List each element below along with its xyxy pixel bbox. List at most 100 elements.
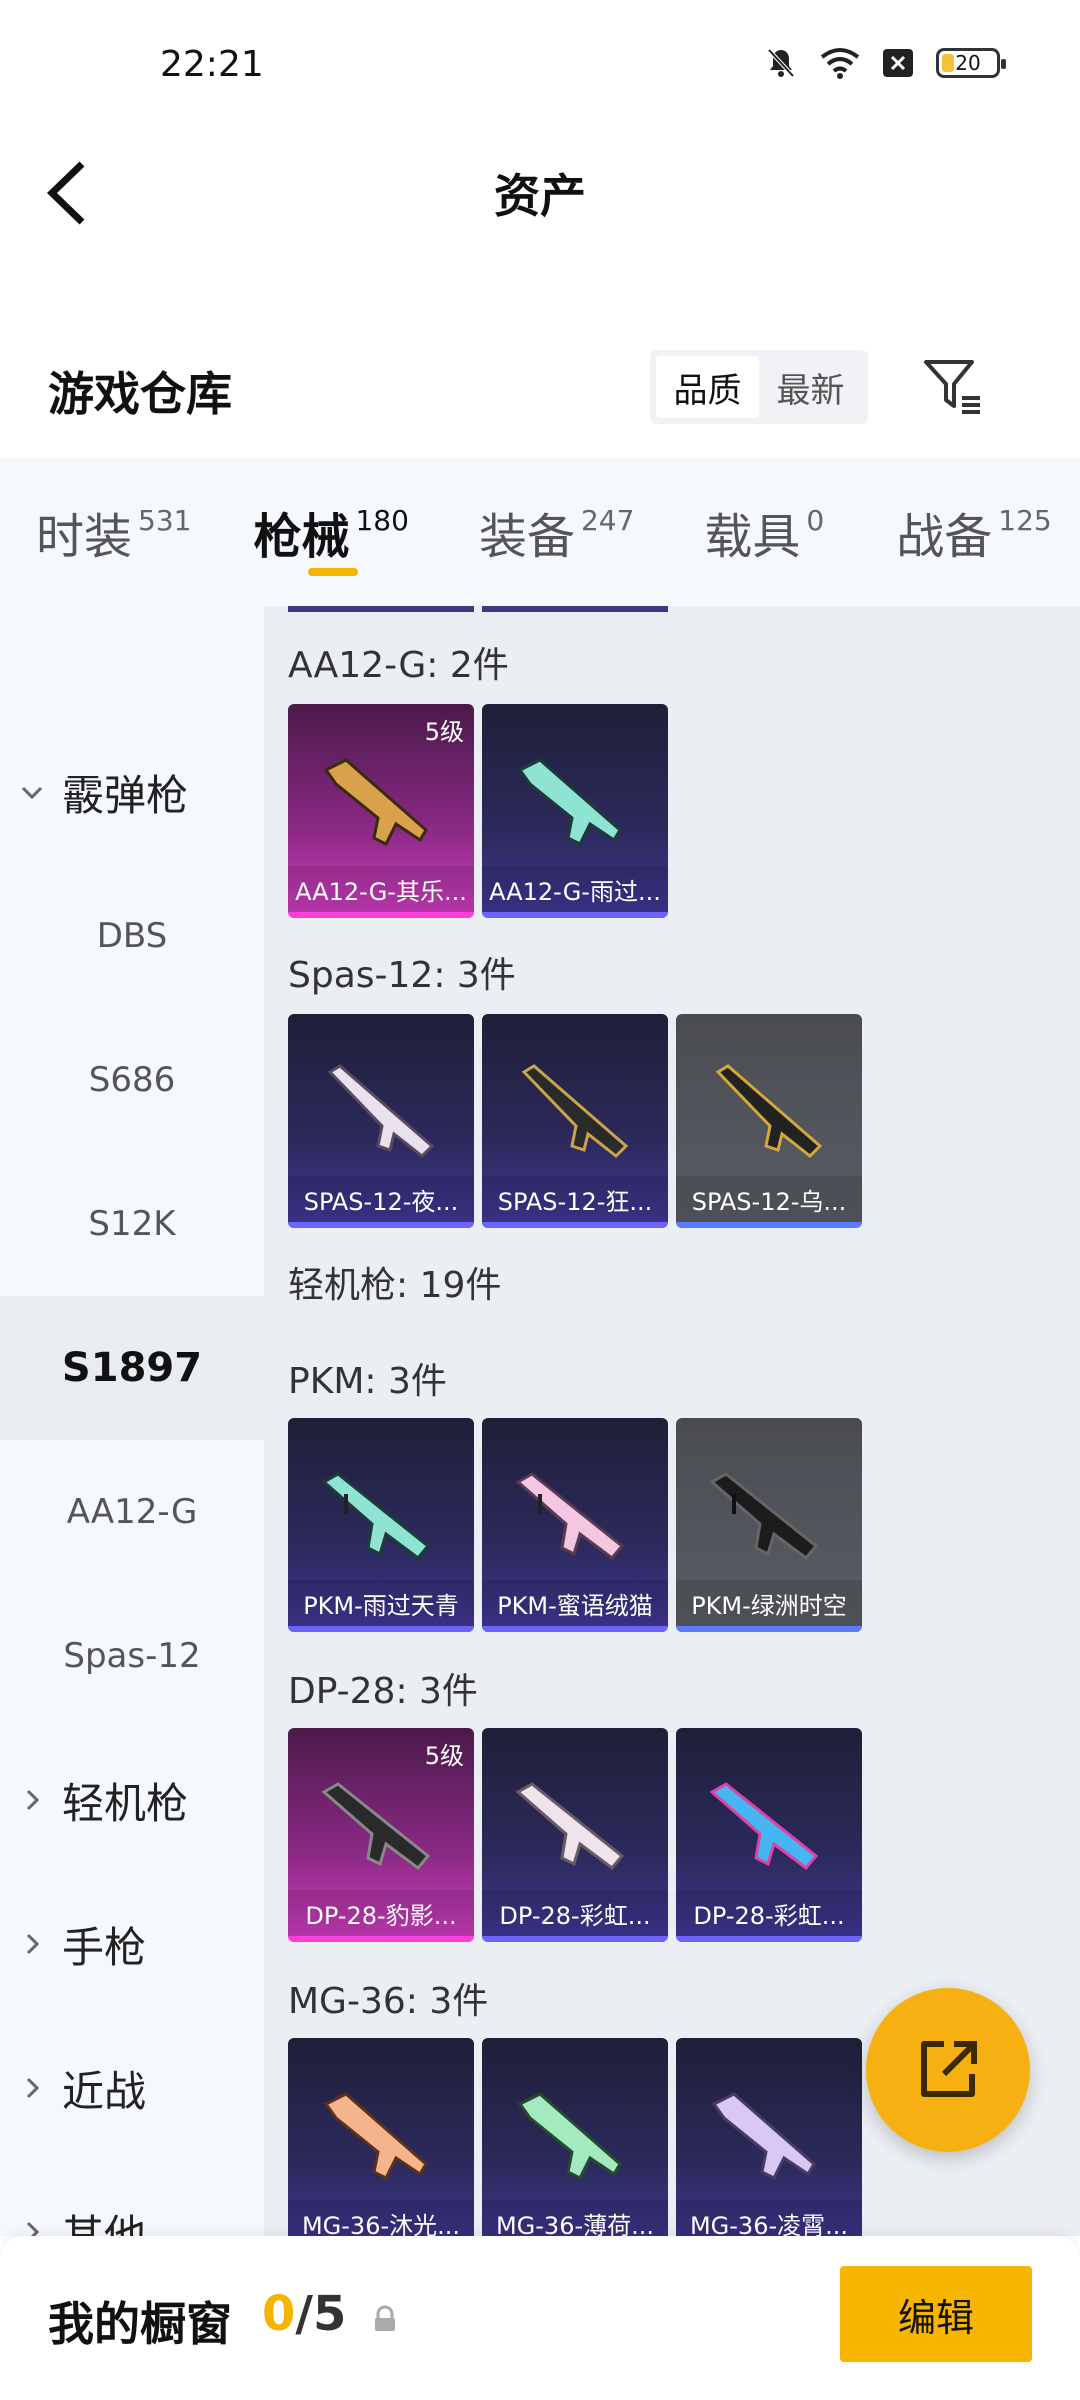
weapon-card[interactable]: PKM-蜜语绒猫 <box>482 1418 668 1632</box>
previous-card-edge <box>482 606 668 612</box>
wifi-icon <box>820 48 860 79</box>
weapon-name: AA12-G-雨过... <box>482 866 668 912</box>
edit-button[interactable]: 编辑 <box>840 2266 1032 2362</box>
battery-level: 20 <box>955 51 981 75</box>
share-fab-button[interactable] <box>866 1988 1030 2152</box>
active-tab-indicator <box>308 568 358 576</box>
tab-weapons[interactable]: 枪械 180 <box>191 458 408 606</box>
group-label-spas12: Spas-12: 3件 <box>288 955 516 996</box>
sidebar-group-label: 近战 <box>62 2066 147 2116</box>
weapon-name: DP-28-彩虹... <box>676 1890 862 1936</box>
sidebar-item-aa12g[interactable]: AA12-G <box>0 1440 264 1584</box>
filter-icon[interactable] <box>920 354 984 418</box>
chevron-right-icon <box>26 1933 40 1955</box>
category-tabs: 时装 531 枪械 180 装备 247 载具 0 战备 125 <box>0 458 1080 606</box>
weapon-card[interactable]: AA12-G-雨过... <box>482 704 668 918</box>
weapon-name: AA12-G-其乐... <box>288 866 474 912</box>
tab-vehicles[interactable]: 载具 0 <box>634 458 824 606</box>
weapon-card[interactable]: MG-36-沐光... <box>288 2038 474 2236</box>
weapon-card[interactable]: MG-36-凌霄... <box>676 2038 862 2236</box>
machine-gun-icon <box>709 1472 819 1561</box>
chevron-right-icon <box>26 1789 40 1811</box>
rarity-bar <box>676 1936 862 1942</box>
sidebar-group-melee[interactable]: 近战 <box>0 2016 264 2160</box>
rarity-bar <box>288 912 474 918</box>
rifle-icon <box>517 2092 622 2181</box>
previous-card-edge <box>288 606 474 612</box>
weapon-name: MG-36-沐光... <box>288 2200 474 2236</box>
weapon-card[interactable]: SPAS-12-夜... <box>288 1014 474 1228</box>
sidebar-item-s1897[interactable]: S1897 <box>0 1296 264 1440</box>
group-label-dp28: DP-28: 3件 <box>288 1671 478 1712</box>
weapon-card[interactable]: SPAS-12-乌... <box>676 1014 862 1228</box>
machine-gun-icon <box>515 1472 625 1561</box>
rarity-bar <box>482 1626 668 1632</box>
tab-supplies[interactable]: 战备 125 <box>824 458 1051 606</box>
sidebar-group-label: 霰弹枪 <box>62 770 189 820</box>
sidebar-group-shotgun[interactable]: 霰弹枪 <box>0 720 264 864</box>
weapon-card[interactable]: 5级 DP-28-豹影... <box>288 1728 474 1942</box>
showcase-count: 0/5 <box>262 2286 346 2342</box>
group-label-lmg-total: 轻机枪: 19件 <box>288 1265 502 1306</box>
weapon-card[interactable]: PKM-绿洲时空 <box>676 1418 862 1632</box>
status-icons: 20 <box>764 46 1006 80</box>
mute-bell-icon <box>767 48 795 78</box>
sidebar-group-label: 手枪 <box>62 1922 147 1972</box>
weapon-name: DP-28-彩虹... <box>482 1890 668 1936</box>
weapon-card[interactable]: DP-28-彩虹... <box>676 1728 862 1942</box>
weapon-name: SPAS-12-乌... <box>676 1176 862 1222</box>
tab-equipment[interactable]: 装备 247 <box>409 458 634 606</box>
tab-fashion[interactable]: 时装 531 <box>0 458 191 606</box>
level-badge: 5级 <box>424 718 464 746</box>
page-title: 资产 <box>494 169 586 223</box>
group-label-mg36: MG-36: 3件 <box>288 1981 489 2022</box>
weapon-card[interactable]: 5级 AA12-G-其乐... <box>288 704 474 918</box>
rarity-bar <box>676 1222 862 1228</box>
weapon-name: MG-36-凌霄... <box>676 2200 862 2236</box>
shotgun-icon <box>715 1064 823 1159</box>
level-badge: 5级 <box>424 1742 464 1770</box>
section-title: 游戏仓库 <box>48 367 232 421</box>
weapon-name: DP-28-豹影... <box>288 1890 474 1936</box>
weapon-name: SPAS-12-狂... <box>482 1176 668 1222</box>
rarity-bar <box>482 1222 668 1228</box>
weapon-card[interactable]: SPAS-12-狂... <box>482 1014 668 1228</box>
sort-toggle: 品质 最新 <box>650 350 868 424</box>
sim-x-icon <box>883 49 913 77</box>
weapon-name: PKM-蜜语绒猫 <box>482 1580 668 1626</box>
shotgun-icon <box>521 1064 629 1159</box>
group-label-aa12g: AA12-G: 2件 <box>288 645 509 686</box>
showcase-title: 我的橱窗 <box>48 2297 232 2351</box>
sidebar-item-dbs[interactable]: DBS <box>0 864 264 1008</box>
sidebar-item-s12k[interactable]: S12K <box>0 1152 264 1296</box>
weapon-card[interactable]: DP-28-彩虹... <box>482 1728 668 1942</box>
sidebar-group-lmg[interactable]: 轻机枪 <box>0 1728 264 1872</box>
battery-icon: 20 <box>936 48 1006 78</box>
weapon-name: MG-36-薄荷... <box>482 2200 668 2236</box>
machine-gun-icon <box>515 1782 625 1871</box>
weapon-name: PKM-雨过天青 <box>288 1580 474 1626</box>
rarity-bar <box>288 1626 474 1632</box>
weapon-card[interactable]: MG-36-薄荷... <box>482 2038 668 2236</box>
rifle-icon <box>517 758 622 847</box>
machine-gun-icon <box>321 1472 431 1561</box>
chevron-down-icon <box>21 786 43 800</box>
rifle-icon <box>711 2092 816 2181</box>
sidebar-item-spas12[interactable]: Spas-12 <box>0 1584 264 1728</box>
sort-quality-button[interactable]: 品质 <box>656 356 759 418</box>
showcase-total: /5 <box>295 2286 347 2342</box>
sort-newest-button[interactable]: 最新 <box>759 356 862 418</box>
group-label-pkm: PKM: 3件 <box>288 1361 447 1402</box>
sidebar-item-s686[interactable]: S686 <box>0 1008 264 1152</box>
rifle-icon <box>323 2092 428 2181</box>
rarity-bar <box>482 912 668 918</box>
shotgun-icon <box>327 1064 435 1159</box>
sidebar-group-pistol[interactable]: 手枪 <box>0 1872 264 2016</box>
rarity-bar <box>288 1222 474 1228</box>
share-external-icon <box>921 2041 977 2097</box>
lock-icon <box>375 2305 395 2331</box>
machine-gun-icon <box>709 1782 819 1871</box>
weapon-card[interactable]: PKM-雨过天青 <box>288 1418 474 1632</box>
status-time: 22:21 <box>160 44 264 85</box>
rarity-bar <box>482 1936 668 1942</box>
